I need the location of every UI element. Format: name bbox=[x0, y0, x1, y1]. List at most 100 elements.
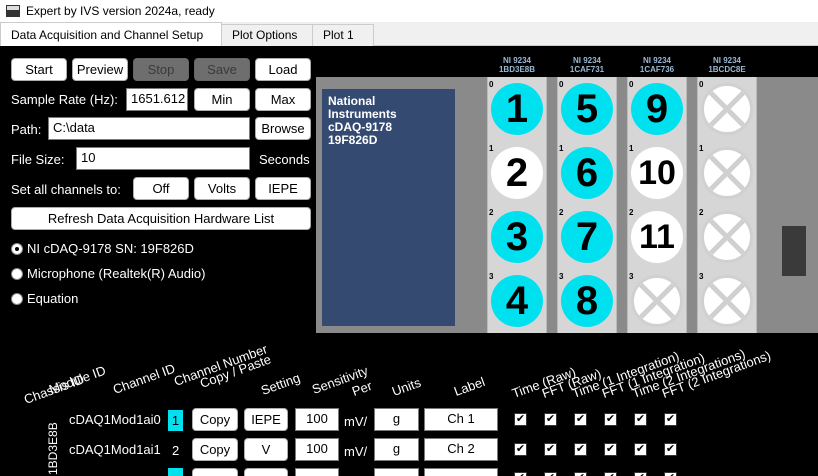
channel-empty-icon[interactable] bbox=[701, 275, 753, 327]
row3-channel-number bbox=[168, 468, 183, 476]
app-icon bbox=[6, 5, 20, 17]
channel-empty-icon[interactable] bbox=[701, 83, 753, 135]
plot-checkbox[interactable]: ✔ bbox=[634, 443, 647, 456]
row1-channel-number: 1 bbox=[168, 410, 183, 431]
row2-setting-button[interactable]: V bbox=[244, 438, 288, 461]
plot-checkbox[interactable]: ✔ bbox=[664, 413, 677, 426]
channel-button[interactable]: 7 bbox=[561, 211, 613, 263]
max-button[interactable]: Max bbox=[255, 88, 311, 111]
channel-index: 0 bbox=[489, 80, 494, 89]
row2-units-input[interactable]: g bbox=[374, 438, 419, 461]
save-button[interactable]: Save bbox=[194, 58, 250, 81]
plot-checkbox[interactable]: ✔ bbox=[514, 413, 527, 426]
channel-empty-icon[interactable] bbox=[701, 211, 753, 263]
row1-sensitivity-input[interactable]: 100 bbox=[295, 408, 339, 431]
plot-checkbox[interactable]: ✔ bbox=[544, 443, 557, 456]
row1-copy-button[interactable]: Copy bbox=[192, 408, 238, 431]
row3-sensitivity-input[interactable] bbox=[295, 468, 339, 476]
source-radio-cdaq[interactable]: NI cDAQ-9178 SN: 19F826D bbox=[11, 241, 194, 256]
channel-index: 3 bbox=[699, 272, 704, 281]
plot-checkbox[interactable]: ✔ bbox=[604, 443, 617, 456]
channel-empty-icon[interactable] bbox=[701, 147, 753, 199]
row2-label-input[interactable]: Ch 2 bbox=[424, 438, 498, 461]
module-serial: 1CAF736 bbox=[639, 65, 675, 74]
plot-checkbox[interactable]: ✔ bbox=[664, 443, 677, 456]
channel-button[interactable]: 6 bbox=[561, 147, 613, 199]
window-title: Expert by IVS version 2024a, ready bbox=[26, 4, 215, 18]
load-button[interactable]: Load bbox=[255, 58, 311, 81]
plot-checkbox[interactable]: ✔ bbox=[634, 413, 647, 426]
radio-checked-icon bbox=[11, 242, 23, 255]
min-button[interactable]: Min bbox=[194, 88, 250, 111]
chassis-label: National Instruments cDAQ-9178 19F826D bbox=[322, 89, 455, 326]
plot-checkbox[interactable]: ✔ bbox=[514, 472, 527, 476]
row1-setting-button[interactable]: IEPE bbox=[244, 408, 288, 431]
channel-index: 1 bbox=[699, 144, 704, 153]
channel-button[interactable]: 11 bbox=[631, 211, 683, 263]
sample-rate-label: Sample Rate (Hz): bbox=[11, 92, 118, 107]
channel-button[interactable]: 8 bbox=[561, 275, 613, 327]
tab-plot-1[interactable]: Plot 1 bbox=[312, 24, 374, 46]
channel-index: 2 bbox=[629, 208, 634, 217]
row3-label-input[interactable] bbox=[424, 468, 498, 476]
row3-units-input[interactable] bbox=[374, 468, 419, 476]
channel-empty-icon[interactable] bbox=[631, 275, 683, 327]
header-units: Units bbox=[389, 374, 423, 399]
channel-button[interactable]: 5 bbox=[561, 83, 613, 135]
plot-checkbox[interactable]: ✔ bbox=[544, 472, 557, 476]
channel-button[interactable]: 4 bbox=[491, 275, 543, 327]
file-size-label: File Size: bbox=[11, 152, 65, 167]
plot-checkbox[interactable]: ✔ bbox=[604, 472, 617, 476]
plot-checkbox[interactable]: ✔ bbox=[544, 413, 557, 426]
file-size-input[interactable]: 10 bbox=[76, 147, 250, 170]
header-setting: Setting bbox=[258, 370, 303, 398]
channel-button[interactable]: 10 bbox=[631, 147, 683, 199]
header-channel-id: Channel ID bbox=[110, 360, 178, 397]
plot-checkbox[interactable]: ✔ bbox=[604, 413, 617, 426]
module-header: NI 9234 1BD3E8B bbox=[487, 56, 547, 74]
stop-button[interactable]: Stop bbox=[133, 58, 189, 81]
row1-units-input[interactable]: g bbox=[374, 408, 419, 431]
channel-index: 3 bbox=[559, 272, 564, 281]
row2-copy-button[interactable]: Copy bbox=[192, 438, 238, 461]
refresh-hardware-button[interactable]: Refresh Data Acquisition Hardware List bbox=[11, 207, 311, 230]
radio-unchecked-icon bbox=[11, 292, 23, 305]
browse-button[interactable]: Browse bbox=[255, 117, 311, 140]
tab-plot-options[interactable]: Plot Options bbox=[221, 24, 313, 46]
header-module-id: Module ID bbox=[46, 362, 108, 397]
row2-sensitivity-input[interactable]: 100 bbox=[295, 438, 339, 461]
module-serial: 1BCDC8E bbox=[708, 65, 746, 74]
set-all-off-button[interactable]: Off bbox=[133, 177, 189, 200]
channel-button[interactable]: 9 bbox=[631, 83, 683, 135]
row1-label-input[interactable]: Ch 1 bbox=[424, 408, 498, 431]
plot-checkbox[interactable]: ✔ bbox=[634, 472, 647, 476]
path-input[interactable]: C:\data bbox=[48, 117, 250, 140]
preview-button[interactable]: Preview bbox=[72, 58, 128, 81]
plot-checkbox[interactable]: ✔ bbox=[574, 413, 587, 426]
channel-button[interactable]: 3 bbox=[491, 211, 543, 263]
chassis-vertical-label: 1BD3E8B bbox=[46, 422, 60, 475]
plot-checkbox[interactable]: ✔ bbox=[574, 472, 587, 476]
title-bar: Expert by IVS version 2024a, ready bbox=[0, 0, 818, 22]
channel-index: 1 bbox=[629, 144, 634, 153]
header-label: Label bbox=[451, 374, 487, 399]
row3-setting-button[interactable] bbox=[244, 468, 288, 476]
set-all-iepe-button[interactable]: IEPE bbox=[255, 177, 311, 200]
module-header: NI 9234 1CAF736 bbox=[627, 56, 687, 74]
tab-data-acquisition[interactable]: Data Acquisition and Channel Setup bbox=[0, 22, 222, 46]
set-all-volts-button[interactable]: Volts bbox=[194, 177, 250, 200]
module-serial: 1BD3E8B bbox=[498, 65, 535, 74]
plot-checkbox[interactable]: ✔ bbox=[574, 443, 587, 456]
plot-checkbox[interactable]: ✔ bbox=[514, 443, 527, 456]
plot-checkbox[interactable]: ✔ bbox=[664, 472, 677, 476]
channel-index: 2 bbox=[489, 208, 494, 217]
source-radio-equation[interactable]: Equation bbox=[11, 291, 78, 306]
source-radio-microphone[interactable]: Microphone (Realtek(R) Audio) bbox=[11, 266, 205, 281]
row3-copy-button[interactable] bbox=[192, 468, 238, 476]
sample-rate-input[interactable]: 1651.612 bbox=[126, 88, 188, 111]
row2-channel-number: 2 bbox=[172, 443, 180, 458]
channel-button[interactable]: 1 bbox=[491, 83, 543, 135]
channel-button[interactable]: 2 bbox=[491, 147, 543, 199]
source-label: Equation bbox=[27, 291, 79, 306]
start-button[interactable]: Start bbox=[11, 58, 67, 81]
